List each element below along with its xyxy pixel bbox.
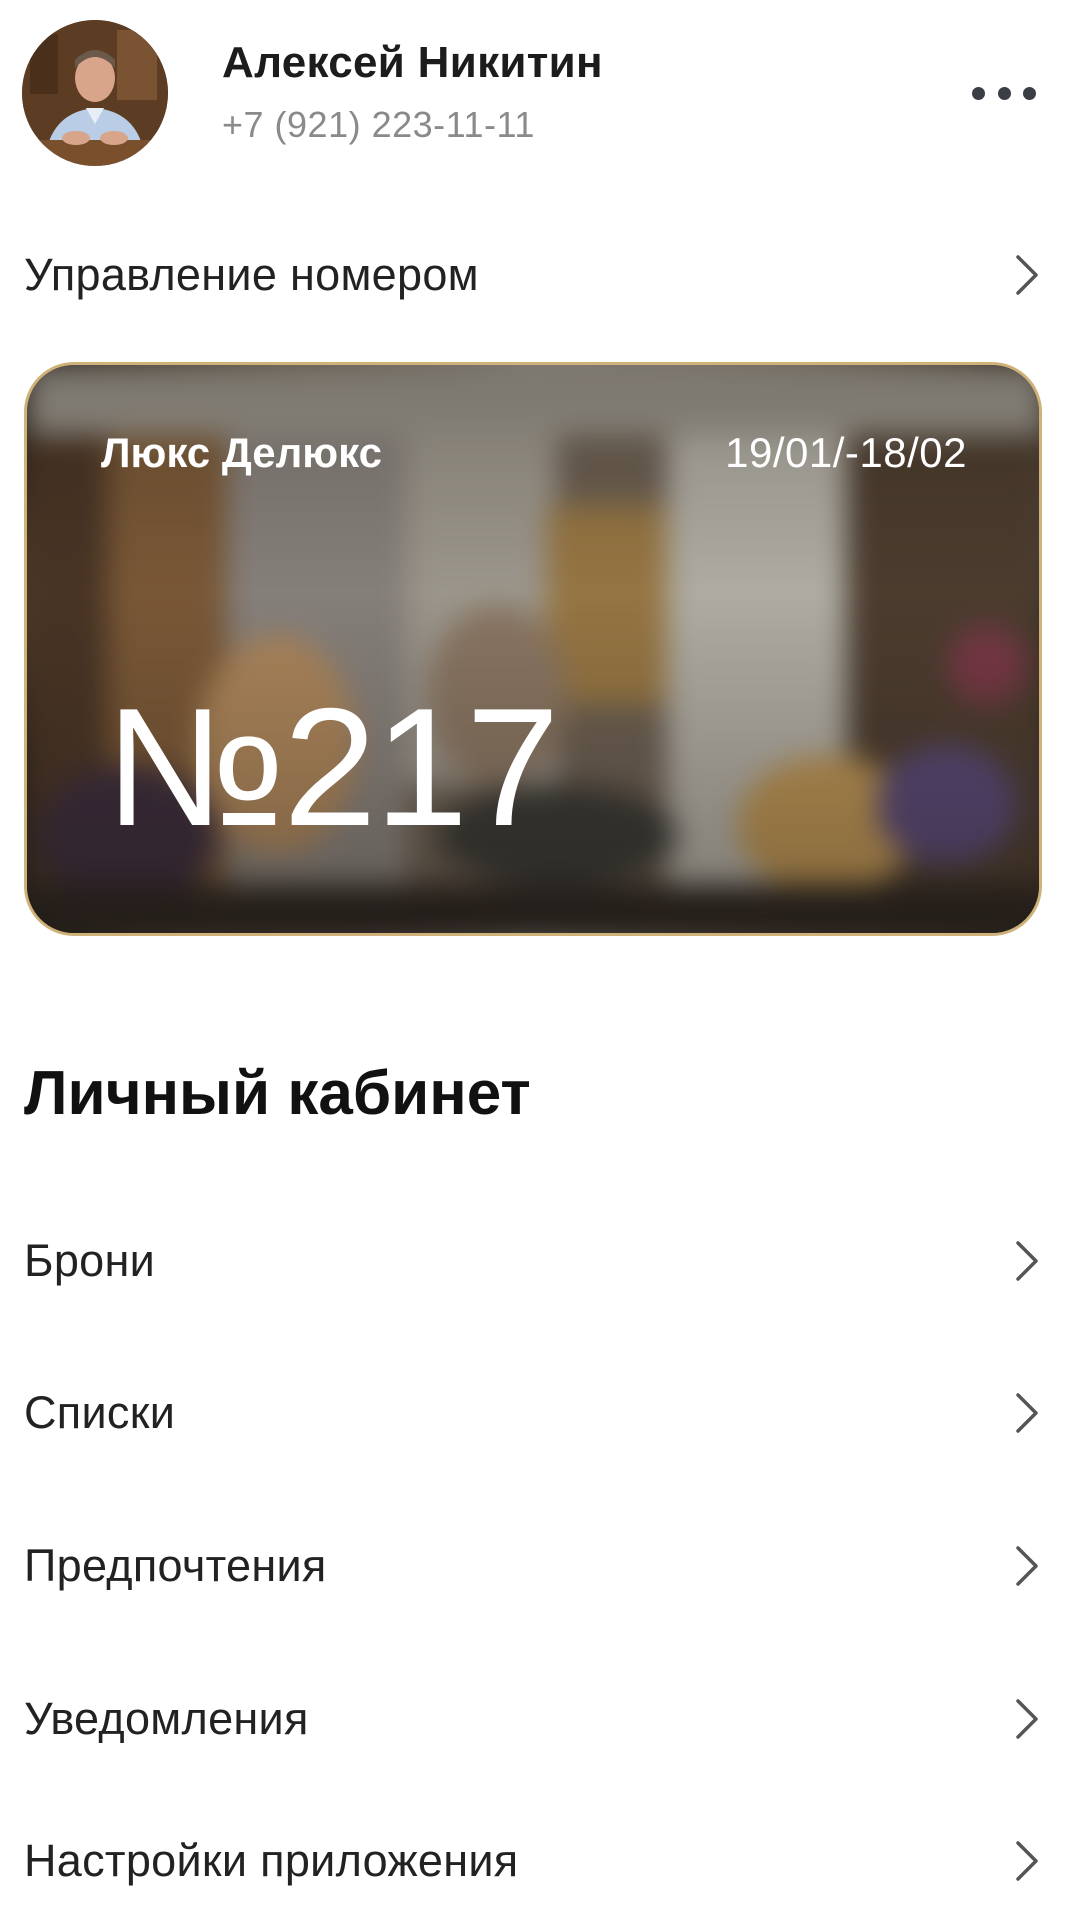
chevron-right-icon xyxy=(1014,253,1040,297)
section-title: Личный кабинет xyxy=(24,1059,531,1128)
chevron-right-icon xyxy=(1014,1839,1040,1883)
avatar[interactable] xyxy=(22,20,168,166)
ellipsis-icon xyxy=(972,86,985,100)
user-phone: +7 (921) 223-11-11 xyxy=(222,104,535,145)
user-name: Алексей Никитин xyxy=(222,38,603,87)
room-type: Люкс Делюкс xyxy=(101,429,382,476)
menu-item-label: Предпочтения xyxy=(24,1540,327,1591)
chevron-right-icon xyxy=(1014,1391,1040,1435)
room-card[interactable]: Люкс Делюкс 19/01/-18/02 №217 xyxy=(24,362,1042,936)
more-options-button[interactable] xyxy=(972,76,1036,110)
menu-item-label: Уведомления xyxy=(24,1693,309,1744)
profile-header: Алексей Никитин +7 (921) 223-11-11 xyxy=(0,0,1067,180)
manage-number-row[interactable]: Управление номером xyxy=(0,220,1067,330)
menu-item-label: Брони xyxy=(24,1235,156,1286)
room-number: №217 xyxy=(105,673,560,861)
menu-item-preferences[interactable]: Предпочтения xyxy=(0,1511,1067,1621)
menu-item-label: Списки xyxy=(24,1387,176,1438)
menu-item-bookings[interactable]: Брони xyxy=(0,1206,1067,1316)
chevron-right-icon xyxy=(1014,1697,1040,1741)
user-photo-icon xyxy=(22,20,168,166)
manage-number-label: Управление номером xyxy=(24,249,479,300)
stay-dates: 19/01/-18/02 xyxy=(725,429,967,476)
menu-item-notifications[interactable]: Уведомления xyxy=(0,1664,1067,1774)
menu-item-lists[interactable]: Списки xyxy=(0,1358,1067,1468)
chevron-right-icon xyxy=(1014,1544,1040,1588)
chevron-right-icon xyxy=(1014,1239,1040,1283)
menu-item-app-settings[interactable]: Настройки приложения xyxy=(0,1806,1067,1916)
menu-item-label: Настройки приложения xyxy=(24,1835,519,1886)
